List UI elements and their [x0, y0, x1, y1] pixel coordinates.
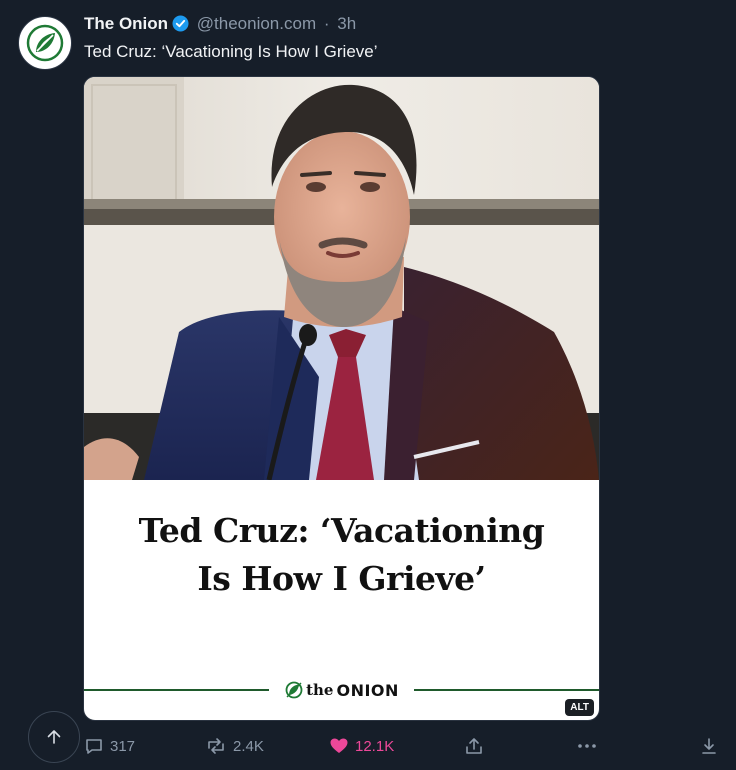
reply-button[interactable]: 317 — [84, 736, 135, 756]
scroll-to-top-button[interactable] — [28, 711, 80, 763]
divider-right — [414, 689, 599, 691]
repost-button[interactable]: 2.4K — [205, 736, 264, 756]
alt-badge[interactable]: ALT — [565, 699, 594, 716]
post-text: Ted Cruz: ‘Vacationing Is How I Grieve’ — [84, 42, 378, 61]
share-button[interactable] — [464, 736, 484, 756]
more-icon — [578, 744, 596, 748]
onion-logo-icon — [285, 681, 303, 699]
divider-left — [84, 689, 269, 691]
reply-icon — [86, 739, 102, 754]
like-button[interactable]: 12.1K — [329, 736, 394, 756]
author-handle[interactable]: @theonion.com — [197, 14, 316, 33]
post-image[interactable]: Ted Cruz: ‘Vacationing Is How I Grieve’ … — [83, 76, 600, 721]
author-name[interactable]: The Onion — [84, 14, 168, 33]
separator-dot: · — [323, 14, 330, 33]
post-time[interactable]: 3h — [337, 14, 356, 33]
post-header: The Onion @theonion.com · 3h — [84, 14, 356, 37]
more-options-button[interactable] — [576, 736, 598, 756]
brand-onion: ONION — [336, 680, 399, 700]
heart-icon — [330, 738, 348, 753]
post: The Onion @theonion.com · 3h Ted Cruz: ‘… — [0, 0, 736, 770]
download-button[interactable] — [699, 736, 719, 756]
share-icon — [466, 738, 482, 754]
repost-count: 2.4K — [233, 737, 264, 755]
onion-brand: the ONION — [276, 679, 408, 701]
headline-line-2: Is How I Grieve’ — [197, 559, 486, 598]
download-icon — [702, 738, 716, 754]
headline-line-1: Ted Cruz: ‘Vacationing — [138, 511, 545, 550]
onion-logo-icon — [26, 24, 64, 62]
brand-the: the — [306, 681, 334, 699]
repost-icon — [208, 738, 224, 754]
arrow-up-icon — [47, 730, 61, 744]
verified-badge-icon — [172, 15, 189, 37]
article-photo — [84, 77, 599, 480]
author-avatar[interactable] — [18, 16, 72, 70]
card-headline: Ted Cruz: ‘Vacationing Is How I Grieve’ — [84, 507, 599, 603]
reply-count: 317 — [110, 737, 136, 755]
like-count: 12.1K — [355, 737, 395, 755]
